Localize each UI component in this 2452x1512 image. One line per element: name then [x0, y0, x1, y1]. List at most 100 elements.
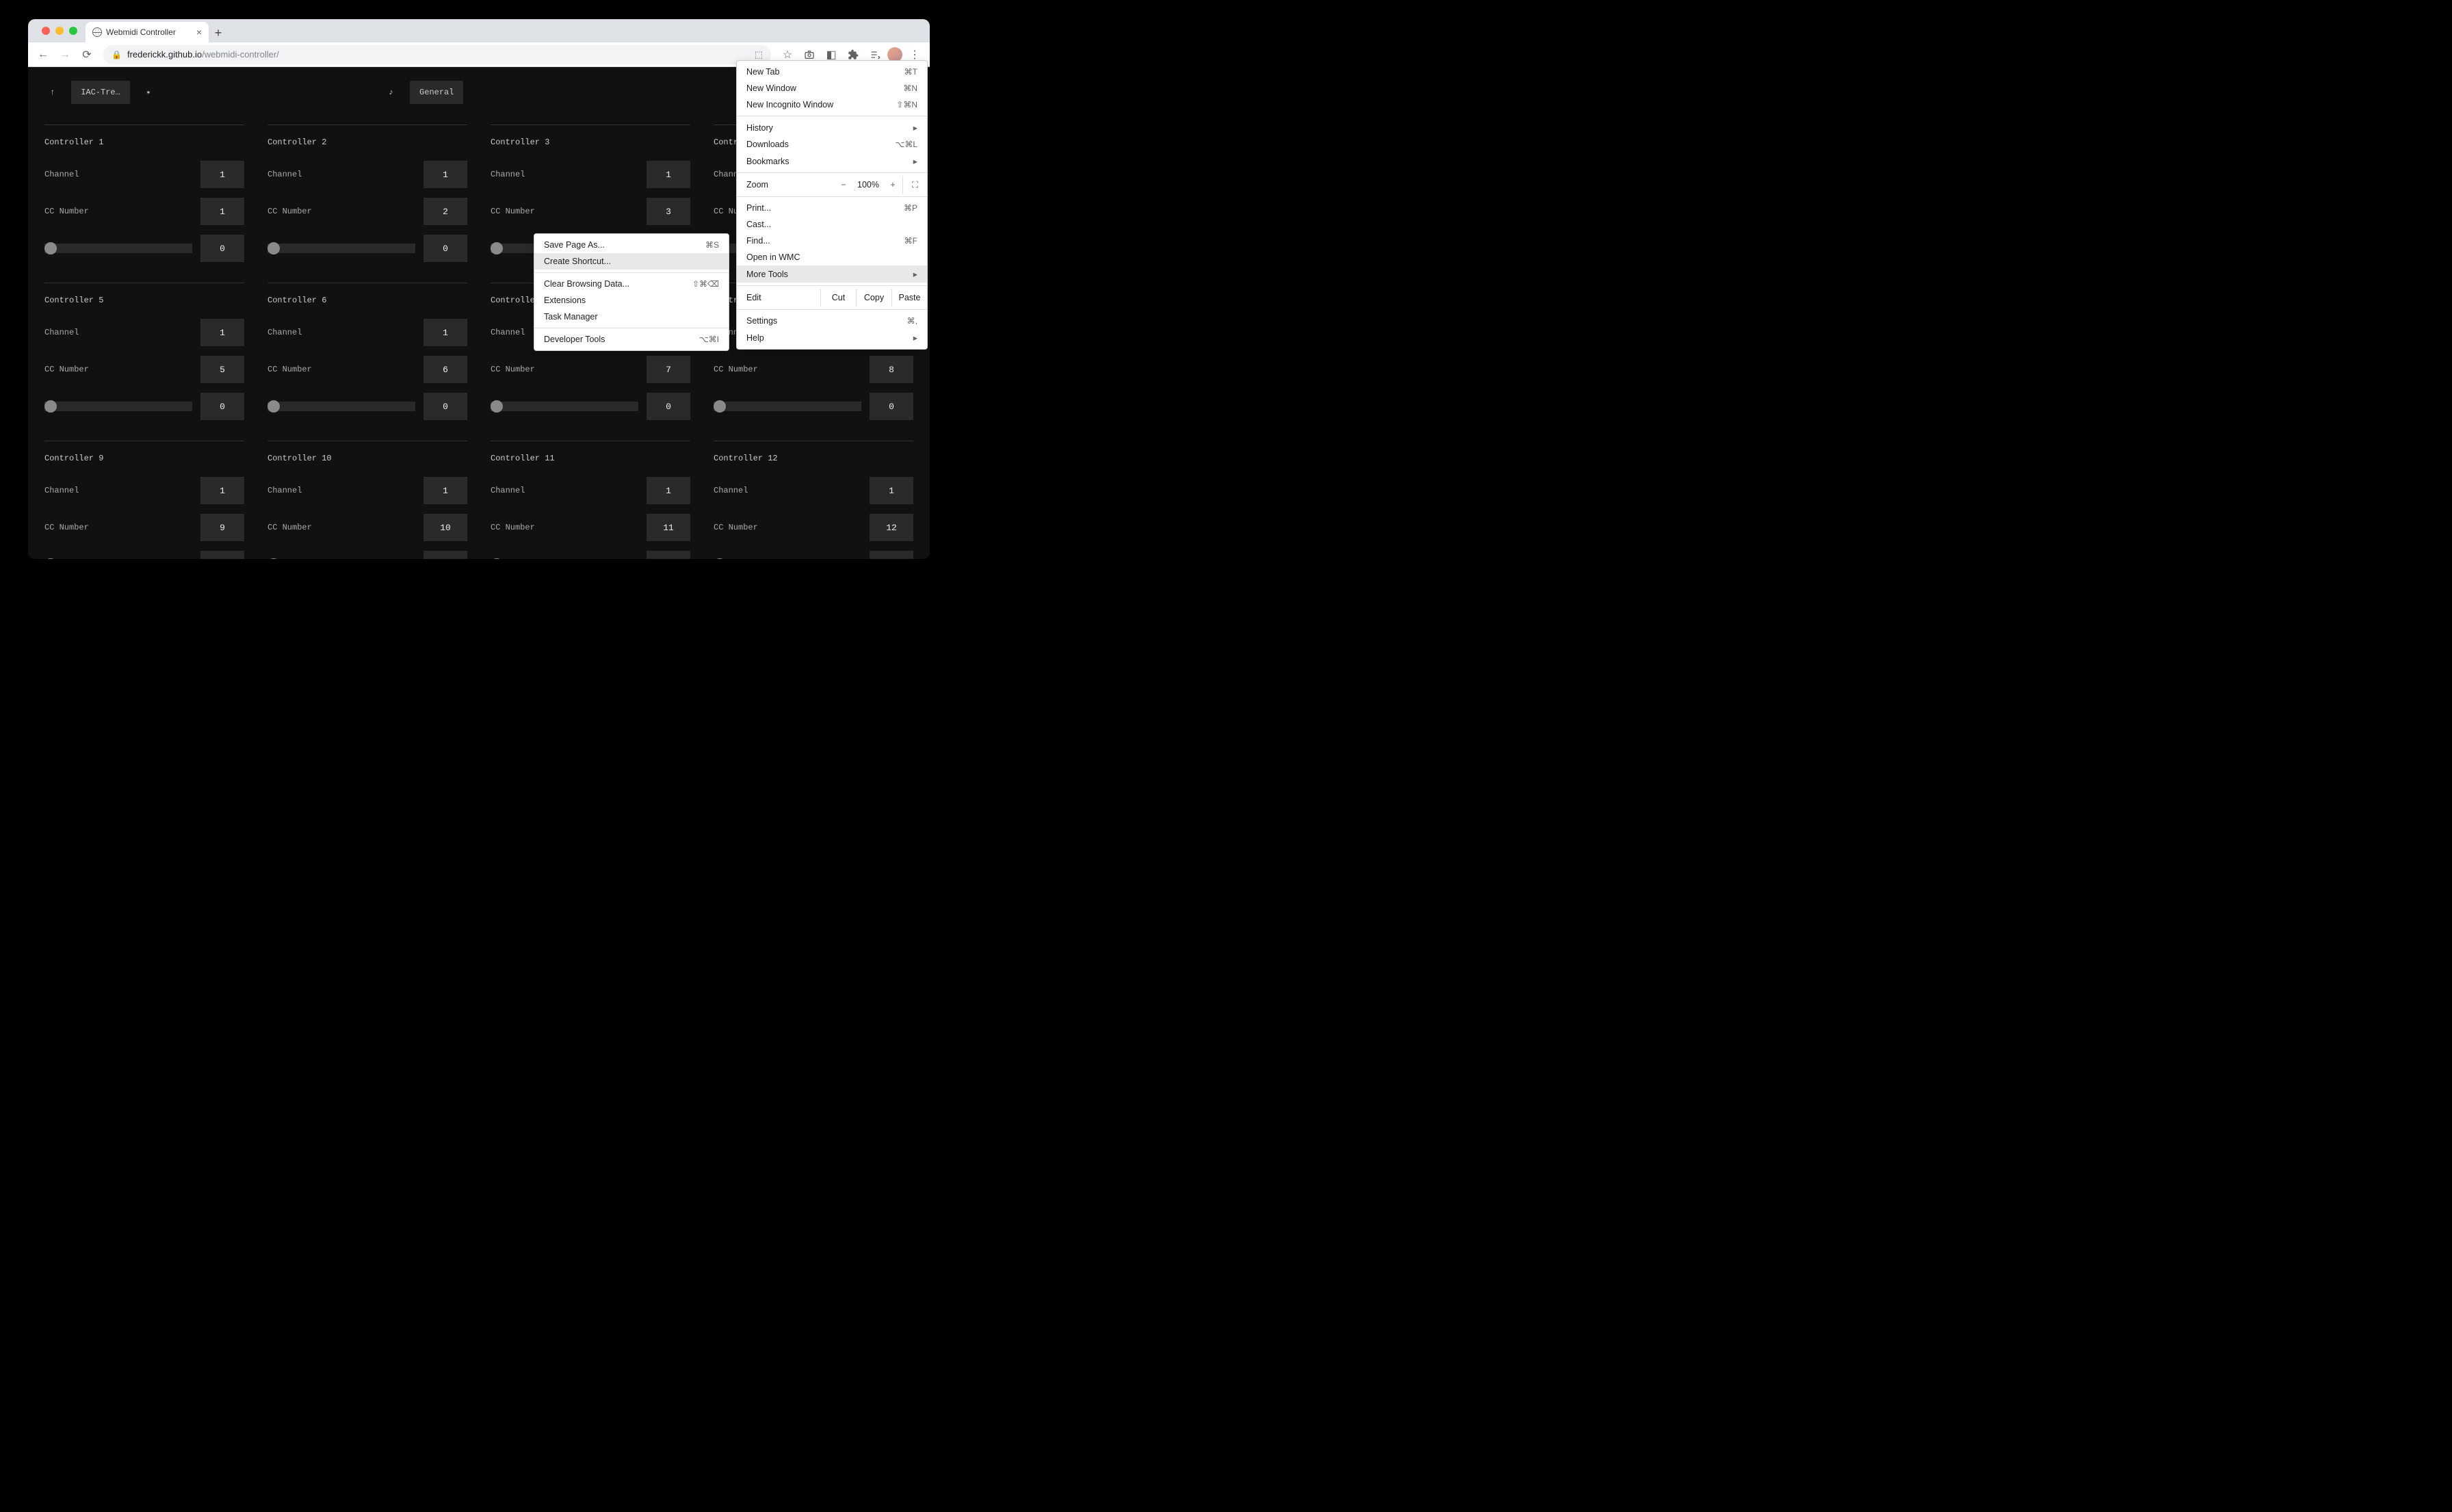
preset-selector[interactable]: General	[410, 81, 463, 104]
slider-value[interactable]: 0	[647, 551, 690, 559]
minimize-window-button[interactable]	[55, 27, 64, 35]
channel-value[interactable]: 1	[647, 477, 690, 504]
slider-thumb[interactable]	[44, 400, 57, 413]
chrome-menu: New Tab⌘T New Window⌘N New Incognito Win…	[736, 60, 928, 350]
cc-value[interactable]: 8	[870, 356, 913, 383]
submenu-developer-tools[interactable]: Developer Tools⌥⌘I	[534, 331, 729, 348]
maximize-window-button[interactable]	[69, 27, 77, 35]
upload-icon[interactable]	[44, 82, 60, 103]
close-window-button[interactable]	[42, 27, 50, 35]
cc-value[interactable]: 5	[200, 356, 244, 383]
zoom-in-button[interactable]: +	[883, 180, 902, 190]
slider-thumb[interactable]	[491, 242, 503, 255]
submenu-extensions[interactable]: Extensions	[534, 292, 729, 309]
chevron-right-icon: ▸	[913, 333, 917, 343]
forward-button[interactable]: →	[55, 45, 75, 64]
controller-6: Controller 6Channel1CC Number60	[268, 283, 467, 420]
browser-tab[interactable]: Webmidi Controller ×	[86, 22, 209, 42]
slider-value[interactable]: 0	[870, 551, 913, 559]
menu-help[interactable]: Help▸	[737, 329, 927, 346]
reload-button[interactable]: ⟳	[77, 45, 96, 64]
submenu-create-shortcut[interactable]: Create Shortcut...	[534, 253, 729, 270]
cc-value[interactable]: 12	[870, 514, 913, 541]
menu-new-window[interactable]: New Window⌘N	[737, 80, 927, 96]
menu-more-tools[interactable]: More Tools▸	[737, 265, 927, 283]
menu-copy[interactable]: Copy	[856, 289, 891, 307]
menu-paste[interactable]: Paste	[891, 289, 927, 307]
cc-value[interactable]: 11	[647, 514, 690, 541]
close-tab-button[interactable]: ×	[196, 27, 202, 38]
slider-value[interactable]: 0	[423, 551, 467, 559]
cc-label: CC Number	[714, 523, 758, 532]
controller-9: Controller 9Channel1CC Number90	[44, 441, 244, 559]
install-app-icon[interactable]: ⬚	[755, 49, 763, 60]
slider-thumb[interactable]	[44, 242, 57, 255]
bluetooth-icon[interactable]	[141, 82, 156, 103]
value-slider[interactable]	[268, 402, 415, 411]
slider-thumb[interactable]	[491, 400, 503, 413]
menu-find[interactable]: Find...⌘F	[737, 233, 927, 249]
channel-value[interactable]: 1	[200, 477, 244, 504]
device-selector[interactable]: IAC-Tre…	[71, 81, 130, 104]
back-button[interactable]: ←	[34, 45, 53, 64]
slider-thumb[interactable]	[268, 558, 280, 559]
cc-value[interactable]: 3	[647, 198, 690, 225]
slider-value[interactable]: 0	[200, 235, 244, 262]
new-tab-button[interactable]: +	[209, 23, 228, 42]
menu-cut[interactable]: Cut	[820, 289, 856, 307]
slider-thumb[interactable]	[268, 400, 280, 413]
value-slider[interactable]	[44, 244, 192, 253]
value-slider[interactable]	[44, 402, 192, 411]
slider-value[interactable]: 0	[423, 235, 467, 262]
controller-title: Controller 5	[44, 296, 244, 305]
menu-settings[interactable]: Settings⌘,	[737, 313, 927, 329]
slider-thumb[interactable]	[714, 400, 726, 413]
cc-label: CC Number	[491, 523, 535, 532]
menu-print[interactable]: Print...⌘P	[737, 200, 927, 216]
value-slider[interactable]	[491, 402, 638, 411]
slider-thumb[interactable]	[491, 558, 503, 559]
cc-value[interactable]: 9	[200, 514, 244, 541]
slider-value[interactable]: 0	[200, 551, 244, 559]
channel-value[interactable]: 1	[200, 319, 244, 346]
slider-thumb[interactable]	[268, 242, 280, 255]
submenu-clear-browsing[interactable]: Clear Browsing Data...⇧⌘⌫	[534, 276, 729, 292]
cc-value[interactable]: 1	[200, 198, 244, 225]
menu-bookmarks[interactable]: Bookmarks▸	[737, 153, 927, 170]
menu-edit-row: Edit Cut Copy Paste	[737, 289, 927, 307]
menu-new-incognito[interactable]: New Incognito Window⇧⌘N	[737, 96, 927, 113]
channel-value[interactable]: 1	[423, 477, 467, 504]
value-slider[interactable]	[714, 402, 861, 411]
submenu-save-page-as[interactable]: Save Page As...⌘S	[534, 237, 729, 253]
menu-new-tab[interactable]: New Tab⌘T	[737, 64, 927, 80]
slider-value[interactable]: 0	[647, 393, 690, 420]
channel-value[interactable]: 1	[423, 161, 467, 188]
menu-open-in-wmc[interactable]: Open in WMC	[737, 249, 927, 265]
submenu-task-manager[interactable]: Task Manager	[534, 309, 729, 325]
channel-label: Channel	[491, 486, 525, 495]
cc-value[interactable]: 2	[423, 198, 467, 225]
controller-11: Controller 11 Channel 1 CC Number 11 0	[491, 441, 690, 559]
slider-thumb[interactable]	[714, 558, 726, 559]
channel-value[interactable]: 1	[647, 161, 690, 188]
slider-value[interactable]: 0	[200, 393, 244, 420]
menu-separator	[737, 285, 927, 286]
menu-history[interactable]: History▸	[737, 119, 927, 136]
slider-value[interactable]: 0	[423, 393, 467, 420]
value-slider[interactable]	[268, 244, 415, 253]
menu-downloads[interactable]: Downloads⌥⌘L	[737, 136, 927, 153]
zoom-out-button[interactable]: −	[834, 180, 853, 190]
slider-value[interactable]: 0	[870, 393, 913, 420]
channel-value[interactable]: 1	[870, 477, 913, 504]
cc-value[interactable]: 6	[423, 356, 467, 383]
fullscreen-button[interactable]: ⛶	[902, 176, 927, 194]
cc-value[interactable]: 10	[423, 514, 467, 541]
cc-value[interactable]: 7	[647, 356, 690, 383]
controller-title: Controller 11	[491, 454, 690, 463]
slider-thumb[interactable]	[44, 558, 57, 559]
cc-label: CC Number	[491, 207, 535, 216]
channel-value[interactable]: 1	[423, 319, 467, 346]
menu-cast[interactable]: Cast...	[737, 216, 927, 233]
address-bar[interactable]: 🔒 frederickk.github.io/webmidi-controlle…	[103, 45, 771, 64]
channel-value[interactable]: 1	[200, 161, 244, 188]
